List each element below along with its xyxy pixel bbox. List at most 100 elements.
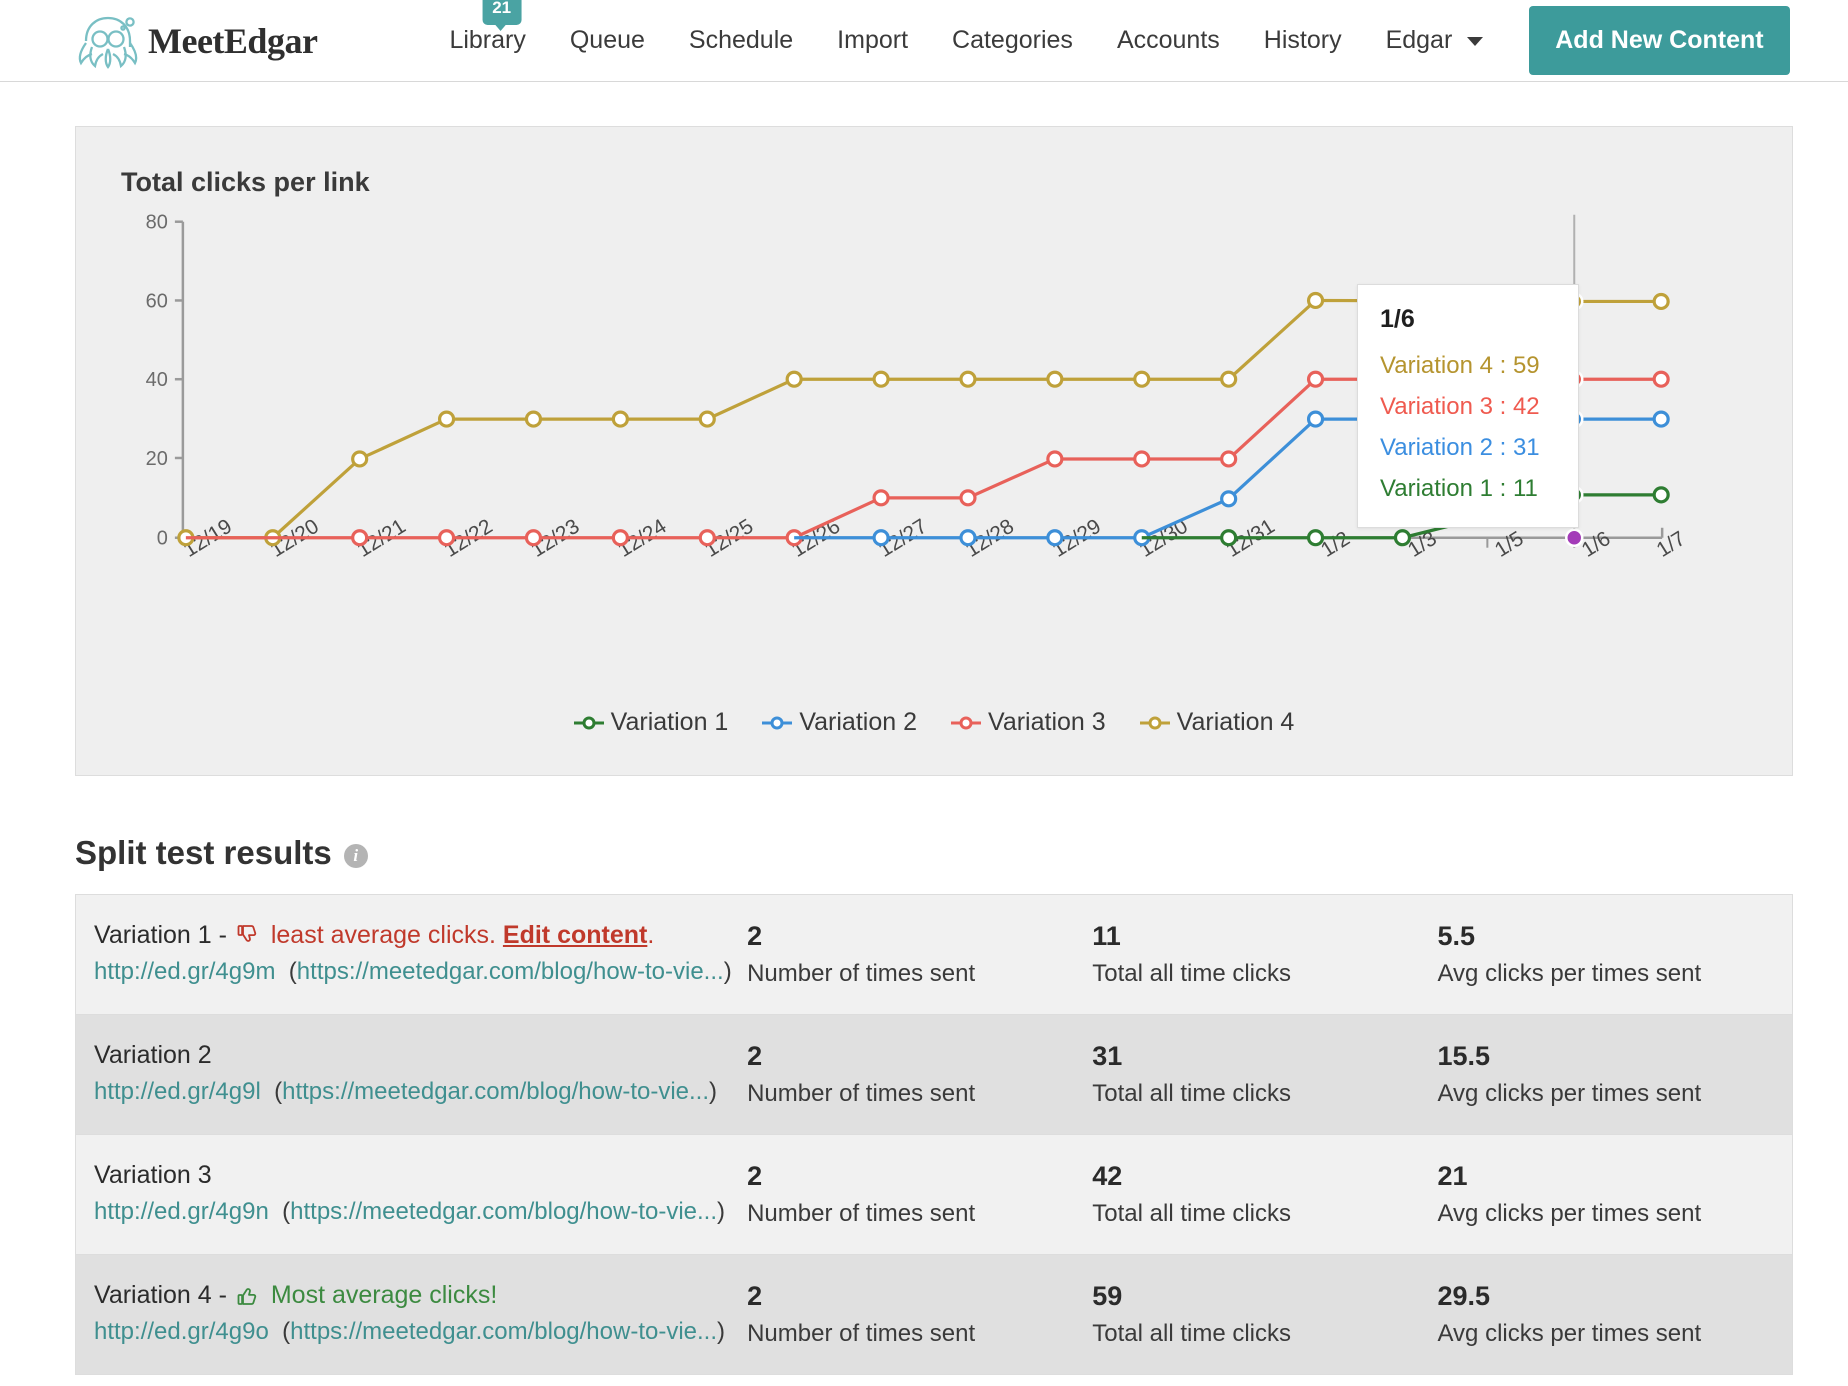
nav-label-library: Library bbox=[449, 26, 526, 54]
nav-label-import: Import bbox=[837, 26, 909, 54]
nav-item-import[interactable]: Import bbox=[815, 16, 930, 65]
nav-item-edgar-menu[interactable]: Edgar bbox=[1364, 16, 1506, 65]
brand-name: MeetEdgar bbox=[148, 20, 318, 61]
long-url-text: https://meetedgar.com/blog/how-to-vie... bbox=[296, 958, 724, 985]
variation-tag: least average clicks. bbox=[270, 921, 496, 949]
total-clicks-label: Total all time clicks bbox=[1092, 1200, 1291, 1227]
add-new-content-button[interactable]: Add New Content bbox=[1529, 6, 1790, 75]
times-sent-value: 2 bbox=[747, 1281, 763, 1311]
avg-clicks-label: Avg clicks per times sent bbox=[1437, 960, 1702, 987]
nav-item-queue[interactable]: Queue bbox=[548, 16, 667, 65]
table-row: Variation 4 - Most average clicks! http:… bbox=[76, 1255, 1792, 1375]
split-test-results-table: Variation 1 - least average clicks. Edit… bbox=[75, 894, 1793, 1375]
times-sent-value: 2 bbox=[747, 921, 763, 951]
legend-marker-icon bbox=[1139, 716, 1170, 729]
page-content: Total clicks per link 80 60 40 20 0 12/1… bbox=[0, 126, 1848, 1375]
nav-label-queue: Queue bbox=[569, 26, 645, 54]
variation-name: Variation 1 - bbox=[94, 921, 227, 949]
nav-label-history: History bbox=[1263, 26, 1342, 54]
avg-clicks-label: Avg clicks per times sent bbox=[1437, 1320, 1702, 1347]
legend-label-variation-1: Variation 1 bbox=[610, 708, 729, 736]
total-clicks-cell: 59 Total all time clicks bbox=[1092, 1281, 1437, 1348]
avg-clicks-value: 15.5 bbox=[1437, 1041, 1491, 1071]
legend-item-variation-3[interactable]: Variation 3 bbox=[951, 708, 1106, 737]
nav-item-categories[interactable]: Categories bbox=[930, 16, 1095, 65]
legend-item-variation-1[interactable]: Variation 1 bbox=[573, 708, 729, 737]
variation-url-line: http://ed.gr/4g9o (https://meetedgar.com… bbox=[94, 1318, 726, 1345]
variation-title-line: Variation 3 bbox=[94, 1161, 747, 1190]
times-sent-label: Number of times sent bbox=[747, 1200, 976, 1227]
svg-text:0: 0 bbox=[157, 528, 168, 550]
total-clicks-value: 11 bbox=[1092, 921, 1121, 951]
variation-name: Variation 4 - bbox=[94, 1281, 227, 1309]
total-clicks-cell: 42 Total all time clicks bbox=[1092, 1161, 1437, 1228]
tooltip-date: 1/6 bbox=[1380, 305, 1415, 333]
variation-name: Variation 2 bbox=[94, 1041, 212, 1069]
times-sent-cell: 2 Number of times sent bbox=[747, 1281, 1092, 1348]
total-clicks-label: Total all time clicks bbox=[1092, 960, 1291, 987]
avg-clicks-cell: 21 Avg clicks per times sent bbox=[1437, 1161, 1792, 1228]
tooltip-row-variation-2: Variation 2 : 31 bbox=[1380, 434, 1540, 461]
svg-text:60: 60 bbox=[146, 290, 168, 312]
avg-clicks-label: Avg clicks per times sent bbox=[1437, 1080, 1702, 1107]
info-icon[interactable]: i bbox=[343, 844, 368, 868]
legend-marker-icon bbox=[951, 716, 981, 729]
svg-text:1/2: 1/2 bbox=[1317, 527, 1354, 562]
times-sent-label: Number of times sent bbox=[747, 960, 976, 987]
nav-item-history[interactable]: History bbox=[1242, 16, 1364, 65]
long-url-text: https://meetedgar.com/blog/how-to-vie... bbox=[290, 1318, 718, 1345]
variation-tag: Most average clicks! bbox=[270, 1281, 498, 1309]
short-url-link[interactable]: http://ed.gr/4g9l bbox=[94, 1078, 261, 1105]
variation-info-cell: Variation 3 http://ed.gr/4g9n (https://m… bbox=[94, 1161, 747, 1226]
brand-logo[interactable]: MeetEdgar bbox=[72, 9, 318, 73]
legend-label-variation-4: Variation 4 bbox=[1176, 708, 1295, 736]
chart-legend: Variation 1 Variation 2 Variation 3 Vari… bbox=[76, 708, 1792, 737]
chevron-down-icon bbox=[1467, 36, 1484, 46]
times-sent-value: 2 bbox=[747, 1041, 763, 1071]
nav-label-schedule: Schedule bbox=[688, 26, 794, 54]
times-sent-cell: 2 Number of times sent bbox=[747, 1041, 1092, 1108]
legend-item-variation-4[interactable]: Variation 4 bbox=[1139, 708, 1295, 737]
short-url-link[interactable]: http://ed.gr/4g9n bbox=[94, 1198, 269, 1225]
table-row: Variation 3 http://ed.gr/4g9n (https://m… bbox=[76, 1135, 1792, 1255]
times-sent-cell: 2 Number of times sent bbox=[747, 1161, 1092, 1228]
table-row: Variation 1 - least average clicks. Edit… bbox=[76, 895, 1792, 1015]
thumbs-down-icon bbox=[237, 925, 257, 942]
legend-marker-icon bbox=[573, 716, 604, 729]
avg-clicks-cell: 5.5 Avg clicks per times sent bbox=[1437, 921, 1792, 988]
short-url-link[interactable]: http://ed.gr/4g9m bbox=[94, 958, 275, 985]
legend-marker-icon bbox=[762, 716, 793, 729]
svg-text:1/7: 1/7 bbox=[1653, 527, 1690, 562]
nav-label-edgar: Edgar bbox=[1385, 26, 1453, 54]
svg-text:20: 20 bbox=[146, 448, 168, 470]
total-clicks-value: 42 bbox=[1092, 1161, 1123, 1191]
nav-item-library[interactable]: 21 Library bbox=[427, 0, 547, 65]
tooltip-row-variation-3: Variation 3 : 42 bbox=[1380, 393, 1540, 420]
variation-url-line: http://ed.gr/4g9n (https://meetedgar.com… bbox=[94, 1198, 726, 1225]
short-url-link[interactable]: http://ed.gr/4g9o bbox=[94, 1318, 269, 1345]
tooltip-row-variation-1: Variation 1 : 11 bbox=[1380, 475, 1538, 502]
long-url-text: https://meetedgar.com/blog/how-to-vie... bbox=[290, 1198, 718, 1225]
edit-content-link[interactable]: Edit content bbox=[503, 921, 647, 949]
hover-marker bbox=[1565, 528, 1584, 547]
variation-info-cell: Variation 1 - least average clicks. Edit… bbox=[94, 921, 747, 986]
nav-item-accounts[interactable]: Accounts bbox=[1095, 16, 1242, 65]
times-sent-value: 2 bbox=[747, 1161, 763, 1191]
variation-url-line: http://ed.gr/4g9l (https://meetedgar.com… bbox=[94, 1078, 718, 1105]
nav-label-categories: Categories bbox=[952, 26, 1073, 54]
total-clicks-label: Total all time clicks bbox=[1092, 1080, 1291, 1107]
total-clicks-value: 59 bbox=[1092, 1281, 1123, 1311]
clicks-chart-card: Total clicks per link 80 60 40 20 0 12/1… bbox=[75, 126, 1793, 776]
avg-clicks-value: 29.5 bbox=[1437, 1281, 1491, 1311]
variation-title-line: Variation 4 - Most average clicks! bbox=[94, 1281, 747, 1310]
legend-item-variation-2[interactable]: Variation 2 bbox=[762, 708, 917, 737]
nav-item-schedule[interactable]: Schedule bbox=[667, 16, 815, 65]
table-row: Variation 2 http://ed.gr/4g9l (https://m… bbox=[76, 1015, 1792, 1135]
svg-text:40: 40 bbox=[146, 369, 168, 391]
variation-info-cell: Variation 4 - Most average clicks! http:… bbox=[94, 1281, 747, 1346]
avg-clicks-cell: 29.5 Avg clicks per times sent bbox=[1437, 1281, 1792, 1348]
variation-name: Variation 3 bbox=[94, 1161, 212, 1189]
split-test-header: Split test results i bbox=[75, 834, 1848, 872]
split-test-title: Split test results bbox=[75, 834, 332, 871]
nav-items: 21 Library Queue Schedule Import Categor… bbox=[427, 0, 1790, 75]
